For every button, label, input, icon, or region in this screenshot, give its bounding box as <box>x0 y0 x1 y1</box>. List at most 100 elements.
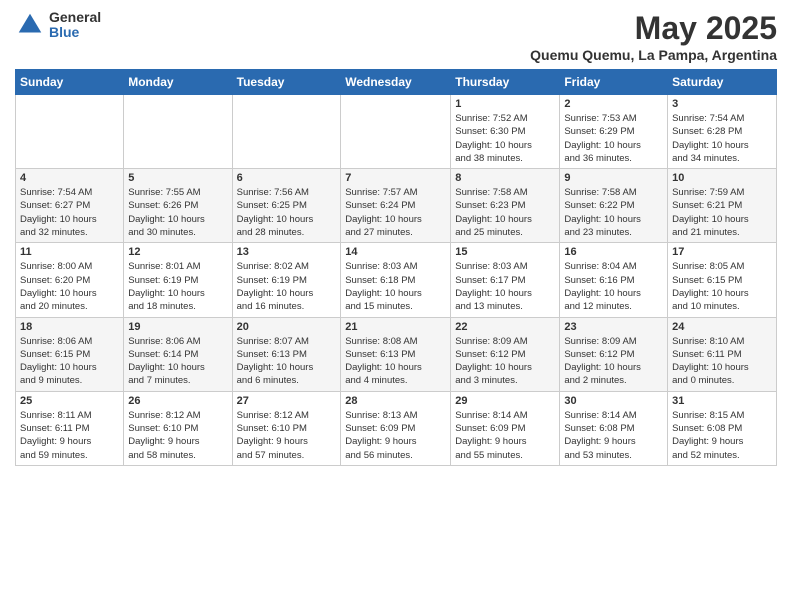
cell-content: Sunrise: 8:13 AM Sunset: 6:09 PM Dayligh… <box>345 409 446 462</box>
calendar-cell: 26 Sunrise: 8:12 AM Sunset: 6:10 PM Dayli… <box>124 391 232 465</box>
day-number: 4 <box>20 172 119 184</box>
cell-content: Sunrise: 8:09 AM Sunset: 6:12 PM Dayligh… <box>564 335 663 388</box>
calendar-week-row: 11 Sunrise: 8:00 AM Sunset: 6:20 PM Dayli… <box>16 243 777 317</box>
col-header-tuesday: Tuesday <box>232 70 341 95</box>
cell-content: Sunrise: 7:57 AM Sunset: 6:24 PM Dayligh… <box>345 186 446 239</box>
cell-content: Sunrise: 8:00 AM Sunset: 6:20 PM Dayligh… <box>20 260 119 313</box>
cell-content: Sunrise: 8:08 AM Sunset: 6:13 PM Dayligh… <box>345 335 446 388</box>
calendar-cell: 2 Sunrise: 7:53 AM Sunset: 6:29 PM Daylig… <box>560 95 668 169</box>
day-number: 25 <box>20 395 119 407</box>
cell-content: Sunrise: 8:03 AM Sunset: 6:18 PM Dayligh… <box>345 260 446 313</box>
calendar-week-row: 18 Sunrise: 8:06 AM Sunset: 6:15 PM Dayli… <box>16 317 777 391</box>
day-number: 15 <box>455 246 555 258</box>
day-number: 19 <box>128 321 227 333</box>
day-number: 3 <box>672 98 772 110</box>
day-number: 22 <box>455 321 555 333</box>
location-text: Quemu Quemu, La Pampa, Argentina <box>530 47 777 63</box>
day-number: 20 <box>237 321 337 333</box>
col-header-wednesday: Wednesday <box>341 70 451 95</box>
day-number: 18 <box>20 321 119 333</box>
day-number: 14 <box>345 246 446 258</box>
col-header-saturday: Saturday <box>668 70 777 95</box>
day-number: 24 <box>672 321 772 333</box>
day-number: 7 <box>345 172 446 184</box>
calendar-cell: 5 Sunrise: 7:55 AM Sunset: 6:26 PM Daylig… <box>124 169 232 243</box>
cell-content: Sunrise: 7:54 AM Sunset: 6:28 PM Dayligh… <box>672 112 772 165</box>
calendar-cell: 18 Sunrise: 8:06 AM Sunset: 6:15 PM Dayli… <box>16 317 124 391</box>
col-header-thursday: Thursday <box>451 70 560 95</box>
day-number: 31 <box>672 395 772 407</box>
day-number: 17 <box>672 246 772 258</box>
day-number: 16 <box>564 246 663 258</box>
cell-content: Sunrise: 8:06 AM Sunset: 6:15 PM Dayligh… <box>20 335 119 388</box>
cell-content: Sunrise: 8:05 AM Sunset: 6:15 PM Dayligh… <box>672 260 772 313</box>
day-number: 13 <box>237 246 337 258</box>
calendar-week-row: 4Sunrise: 7:54 AM Sunset: 6:27 PM Daylig… <box>16 169 777 243</box>
calendar-week-row: 25 Sunrise: 8:11 AM Sunset: 6:11 PM Dayli… <box>16 391 777 465</box>
calendar-cell: 23 Sunrise: 8:09 AM Sunset: 6:12 PM Dayli… <box>560 317 668 391</box>
cell-content: Sunrise: 8:12 AM Sunset: 6:10 PM Dayligh… <box>237 409 337 462</box>
calendar-cell: 17 Sunrise: 8:05 AM Sunset: 6:15 PM Dayli… <box>668 243 777 317</box>
calendar-cell <box>341 95 451 169</box>
logo-general-text: General <box>49 10 101 25</box>
month-title: May 2025 <box>530 10 777 47</box>
cell-content: Sunrise: 7:53 AM Sunset: 6:29 PM Dayligh… <box>564 112 663 165</box>
day-number: 2 <box>564 98 663 110</box>
cell-content: Sunrise: 7:55 AM Sunset: 6:26 PM Dayligh… <box>128 186 227 239</box>
day-number: 23 <box>564 321 663 333</box>
day-number: 10 <box>672 172 772 184</box>
calendar-cell: 9 Sunrise: 7:58 AM Sunset: 6:22 PM Daylig… <box>560 169 668 243</box>
cell-content: Sunrise: 7:52 AM Sunset: 6:30 PM Dayligh… <box>455 112 555 165</box>
cell-content: Sunrise: 8:11 AM Sunset: 6:11 PM Dayligh… <box>20 409 119 462</box>
logo-icon <box>15 10 45 40</box>
cell-content: Sunrise: 8:07 AM Sunset: 6:13 PM Dayligh… <box>237 335 337 388</box>
day-number: 21 <box>345 321 446 333</box>
day-number: 9 <box>564 172 663 184</box>
calendar-cell: 12Sunrise: 8:01 AM Sunset: 6:19 PM Dayli… <box>124 243 232 317</box>
cell-content: Sunrise: 8:09 AM Sunset: 6:12 PM Dayligh… <box>455 335 555 388</box>
cell-content: Sunrise: 8:03 AM Sunset: 6:17 PM Dayligh… <box>455 260 555 313</box>
cell-content: Sunrise: 8:10 AM Sunset: 6:11 PM Dayligh… <box>672 335 772 388</box>
day-number: 5 <box>128 172 227 184</box>
calendar-cell: 16 Sunrise: 8:04 AM Sunset: 6:16 PM Dayli… <box>560 243 668 317</box>
calendar-cell: 22 Sunrise: 8:09 AM Sunset: 6:12 PM Dayli… <box>451 317 560 391</box>
cell-content: Sunrise: 8:12 AM Sunset: 6:10 PM Dayligh… <box>128 409 227 462</box>
title-block: May 2025 Quemu Quemu, La Pampa, Argentin… <box>530 10 777 63</box>
calendar-cell: 21 Sunrise: 8:08 AM Sunset: 6:13 PM Dayli… <box>341 317 451 391</box>
calendar-cell: 27 Sunrise: 8:12 AM Sunset: 6:10 PM Dayli… <box>232 391 341 465</box>
calendar-cell: 29Sunrise: 8:14 AM Sunset: 6:09 PM Dayli… <box>451 391 560 465</box>
cell-content: Sunrise: 8:04 AM Sunset: 6:16 PM Dayligh… <box>564 260 663 313</box>
logo: General Blue <box>15 10 101 41</box>
calendar-cell: 6 Sunrise: 7:56 AM Sunset: 6:25 PM Daylig… <box>232 169 341 243</box>
day-number: 6 <box>237 172 337 184</box>
calendar-table: SundayMondayTuesdayWednesdayThursdayFrid… <box>15 69 777 466</box>
day-number: 26 <box>128 395 227 407</box>
cell-content: Sunrise: 8:15 AM Sunset: 6:08 PM Dayligh… <box>672 409 772 462</box>
calendar-cell: 14 Sunrise: 8:03 AM Sunset: 6:18 PM Dayli… <box>341 243 451 317</box>
day-number: 27 <box>237 395 337 407</box>
cell-content: Sunrise: 7:56 AM Sunset: 6:25 PM Dayligh… <box>237 186 337 239</box>
cell-content: Sunrise: 8:02 AM Sunset: 6:19 PM Dayligh… <box>237 260 337 313</box>
calendar-cell: 15 Sunrise: 8:03 AM Sunset: 6:17 PM Dayli… <box>451 243 560 317</box>
cell-content: Sunrise: 8:14 AM Sunset: 6:08 PM Dayligh… <box>564 409 663 462</box>
calendar-cell: 10Sunrise: 7:59 AM Sunset: 6:21 PM Dayli… <box>668 169 777 243</box>
cell-content: Sunrise: 8:06 AM Sunset: 6:14 PM Dayligh… <box>128 335 227 388</box>
day-number: 11 <box>20 246 119 258</box>
day-number: 12 <box>128 246 227 258</box>
calendar-cell: 31 Sunrise: 8:15 AM Sunset: 6:08 PM Dayli… <box>668 391 777 465</box>
logo-text: General Blue <box>49 10 101 41</box>
calendar-cell: 7 Sunrise: 7:57 AM Sunset: 6:24 PM Daylig… <box>341 169 451 243</box>
day-number: 28 <box>345 395 446 407</box>
day-number: 1 <box>455 98 555 110</box>
calendar-week-row: 1 Sunrise: 7:52 AM Sunset: 6:30 PM Daylig… <box>16 95 777 169</box>
calendar-cell: 13 Sunrise: 8:02 AM Sunset: 6:19 PM Dayli… <box>232 243 341 317</box>
calendar-cell: 4Sunrise: 7:54 AM Sunset: 6:27 PM Daylig… <box>16 169 124 243</box>
logo-blue-text: Blue <box>49 25 101 40</box>
calendar-cell: 28 Sunrise: 8:13 AM Sunset: 6:09 PM Dayli… <box>341 391 451 465</box>
calendar-header-row: SundayMondayTuesdayWednesdayThursdayFrid… <box>16 70 777 95</box>
page-header: General Blue May 2025 Quemu Quemu, La Pa… <box>15 10 777 63</box>
col-header-friday: Friday <box>560 70 668 95</box>
cell-content: Sunrise: 7:58 AM Sunset: 6:22 PM Dayligh… <box>564 186 663 239</box>
cell-content: Sunrise: 8:14 AM Sunset: 6:09 PM Dayligh… <box>455 409 555 462</box>
day-number: 8 <box>455 172 555 184</box>
